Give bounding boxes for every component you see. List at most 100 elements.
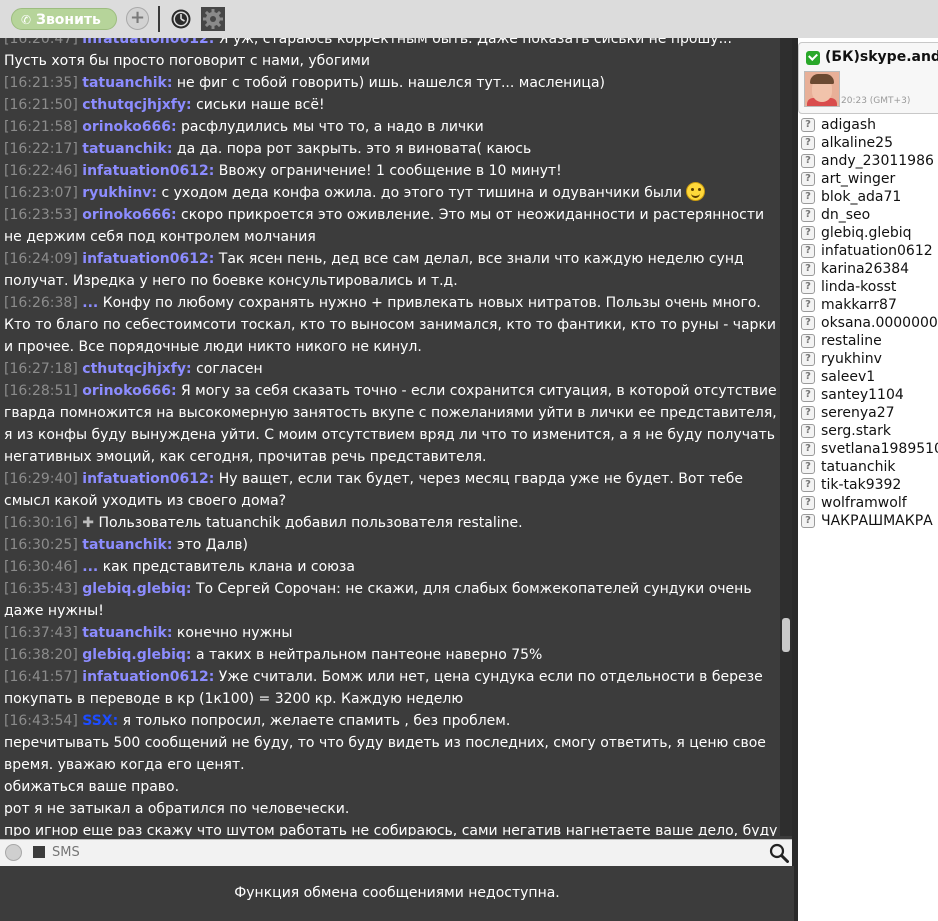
- history-button[interactable]: [170, 8, 192, 30]
- unknown-status-icon: ?: [801, 298, 815, 312]
- chat-message: [16:22:17] tatuanchik: да да. пора рот з…: [4, 138, 778, 160]
- message-author[interactable]: orinoko666:: [82, 383, 176, 399]
- participant-item[interactable]: ? wolframwolf: [801, 494, 938, 512]
- call-button[interactable]: ✆ Звонить: [11, 8, 117, 30]
- participant-item[interactable]: ? oksana.0000000: [801, 314, 938, 332]
- chat-message: [16:22:46] infatuation0612: Ввожу ограни…: [4, 160, 778, 182]
- chat-message: [16:43:54] SSX: я только попросил, желае…: [4, 710, 778, 732]
- message-text: не фиг с тобой говорить) ишь. нашелся ту…: [176, 75, 606, 91]
- chat-message: перечитывать 500 сообщений не буду, то ч…: [4, 732, 778, 776]
- message-author[interactable]: tatuanchik:: [82, 141, 172, 157]
- participant-item[interactable]: ? serenya27: [801, 404, 938, 422]
- participant-item[interactable]: ? tik-tak9392: [801, 476, 938, 494]
- participant-item[interactable]: ? ryukhinv: [801, 350, 938, 368]
- participant-item[interactable]: ? adigash: [801, 116, 938, 134]
- message-text: сиськи наше всё!: [196, 97, 325, 113]
- message-author[interactable]: infatuation0612:: [82, 38, 214, 47]
- participant-item[interactable]: ? glebiq.glebiq: [801, 224, 938, 242]
- message-author[interactable]: orinoko666:: [82, 119, 176, 135]
- message-text: Ввожу ограничение! 1 сообщение в 10 мину…: [218, 163, 562, 179]
- message-timestamp: [16:38:20]: [4, 647, 78, 663]
- participant-item[interactable]: ? saleev1: [801, 368, 938, 386]
- participant-item[interactable]: ? svetlana1989510: [801, 440, 938, 458]
- participant-item[interactable]: ? dn_seo: [801, 206, 938, 224]
- message-timestamp: [16:21:35]: [4, 75, 78, 91]
- message-author[interactable]: infatuation0612:: [82, 669, 214, 685]
- clock-icon: [171, 9, 191, 29]
- message-author[interactable]: glebiq.glebiq:: [82, 647, 191, 663]
- search-button[interactable]: [769, 843, 789, 863]
- participant-item[interactable]: ? linda-kosst: [801, 278, 938, 296]
- chat-message: [16:23:07] ryukhinv: с уходом деда конфа…: [4, 182, 778, 204]
- unknown-status-icon: ?: [801, 172, 815, 186]
- sms-input[interactable]: [52, 842, 752, 862]
- chat-message: обижаться ваше право.: [4, 776, 778, 798]
- messaging-unavailable-notice: Функция обмена сообщениями недоступна.: [0, 866, 794, 921]
- message-author[interactable]: cthutqcjhjxfy:: [82, 361, 191, 377]
- settings-button[interactable]: [201, 7, 225, 31]
- sms-toggle[interactable]: [33, 846, 45, 858]
- message-author[interactable]: infatuation0612:: [82, 163, 214, 179]
- emoticon-icon[interactable]: [5, 844, 22, 861]
- participant-item[interactable]: ? art_winger: [801, 170, 938, 188]
- participant-item[interactable]: ? makkarr87: [801, 296, 938, 314]
- search-icon: [769, 843, 789, 863]
- plus-icon: +: [129, 7, 146, 28]
- participant-item[interactable]: ? blok_ada71: [801, 188, 938, 206]
- message-author[interactable]: cthutqcjhjxfy:: [82, 97, 191, 113]
- chat-scrollbar-thumb[interactable]: [782, 618, 790, 652]
- message-text: а таких в нейтральном пантеоне наверно 7…: [195, 647, 543, 663]
- message-author[interactable]: SSX:: [82, 713, 118, 729]
- participant-item[interactable]: ? ЧАКРАШМАКРА: [801, 512, 938, 530]
- message-author[interactable]: glebiq.glebiq:: [82, 581, 191, 597]
- participants-panel: (БК)skype.andriy 20:23 (GMT+3) ? adigash?…: [798, 38, 938, 921]
- participant-item[interactable]: ? alkaline25: [801, 134, 938, 152]
- participant-item[interactable]: ? karina26384: [801, 260, 938, 278]
- message-author[interactable]: ...: [82, 295, 98, 311]
- participant-list: ? adigash? alkaline25? andy_23011986? art_wi…: [801, 116, 938, 530]
- participant-name: adigash: [821, 117, 876, 133]
- message-author[interactable]: ryukhinv:: [82, 185, 157, 201]
- avatar[interactable]: [804, 71, 840, 107]
- participant-name: karina26384: [821, 261, 910, 277]
- participant-name: saleev1: [821, 369, 876, 385]
- participant-item[interactable]: ? restaline: [801, 332, 938, 350]
- chat-message: [16:41:57] infatuation0612: Уже считали.…: [4, 666, 778, 710]
- message-text: с уходом деда конфа ожила. до этого тут …: [161, 185, 682, 201]
- unknown-status-icon: ?: [801, 514, 815, 528]
- message-author[interactable]: tatuanchik:: [82, 537, 172, 553]
- message-author[interactable]: orinoko666:: [82, 207, 176, 223]
- participant-name: makkarr87: [821, 297, 897, 313]
- message-timestamp: [16:22:46]: [4, 163, 78, 179]
- conversation-card[interactable]: (БК)skype.andriy 20:23 (GMT+3): [798, 42, 938, 114]
- chat-message: [16:21:58] orinoko666: расфлудились мы ч…: [4, 116, 778, 138]
- chat-message: [16:30:46] ... как представитель клана и…: [4, 556, 778, 578]
- participant-name: oksana.0000000: [821, 315, 938, 331]
- participant-name: glebiq.glebiq: [821, 225, 912, 241]
- message-author[interactable]: tatuanchik:: [82, 75, 172, 91]
- participant-item[interactable]: ? infatuation0612: [801, 242, 938, 260]
- message-author[interactable]: infatuation0612:: [82, 251, 214, 267]
- participant-item[interactable]: ? serg.stark: [801, 422, 938, 440]
- message-timestamp: [16:30:25]: [4, 537, 78, 553]
- participant-name: santey1104: [821, 387, 904, 403]
- unknown-status-icon: ?: [801, 244, 815, 258]
- message-timestamp: [16:24:09]: [4, 251, 78, 267]
- message-text: рот я не затыкал а обратился по человече…: [4, 801, 350, 817]
- participant-item[interactable]: ? tatuanchik: [801, 458, 938, 476]
- chat-log[interactable]: [16:20:47] infatuation0612: Я уж, стараю…: [0, 38, 780, 836]
- participant-item[interactable]: ? andy_23011986: [801, 152, 938, 170]
- participant-name: alkaline25: [821, 135, 893, 151]
- toolbar-separator: [158, 6, 160, 32]
- unknown-status-icon: ?: [801, 388, 815, 402]
- message-author[interactable]: tatuanchik:: [82, 625, 172, 641]
- message-timestamp: [16:23:53]: [4, 207, 78, 223]
- participant-item[interactable]: ? santey1104: [801, 386, 938, 404]
- chat-scrollbar[interactable]: [780, 38, 792, 836]
- message-list: [16:20:47] infatuation0612: Я уж, стараю…: [4, 38, 778, 836]
- add-participant-button[interactable]: +: [126, 7, 149, 30]
- unknown-status-icon: ?: [801, 118, 815, 132]
- message-author[interactable]: infatuation0612:: [82, 471, 214, 487]
- unknown-status-icon: ?: [801, 190, 815, 204]
- message-author[interactable]: ...: [82, 559, 98, 575]
